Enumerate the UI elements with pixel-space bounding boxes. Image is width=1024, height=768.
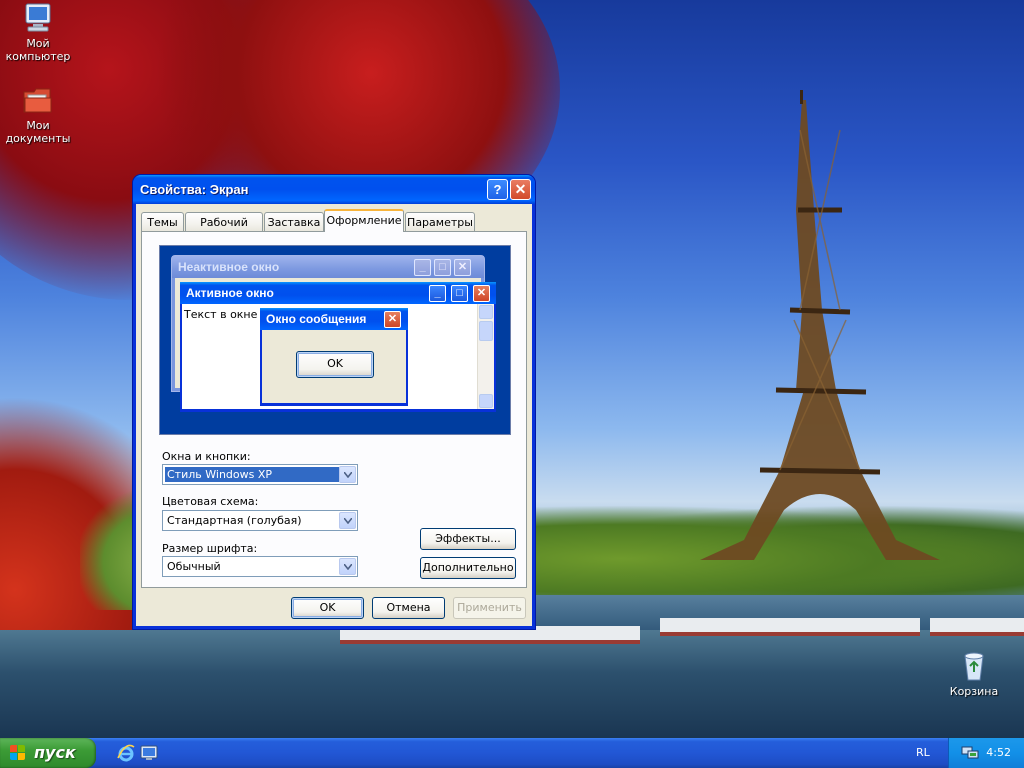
preview-message-box: Окно сообщения ✕ OK (260, 308, 408, 406)
wallpaper-boat (930, 618, 1024, 636)
chevron-down-icon[interactable] (339, 558, 356, 575)
desktop-icon-label: Корзина (949, 685, 999, 698)
my-computer-icon (22, 2, 54, 34)
preview-minimize-icon: _ (429, 285, 446, 302)
help-icon: ? (493, 182, 502, 197)
font-size-value: Обычный (167, 560, 221, 573)
cancel-button[interactable]: Отмена (372, 597, 445, 619)
internet-explorer-icon[interactable] (116, 743, 136, 763)
advanced-button[interactable]: Дополнительно (420, 557, 516, 579)
start-button[interactable]: пуск (0, 738, 96, 768)
language-indicator[interactable]: RL (916, 746, 930, 759)
system-tray: 4:52 (948, 738, 1024, 768)
preview-message-close-icon: ✕ (384, 311, 401, 328)
tab-themes[interactable]: Темы (141, 212, 184, 231)
desktop-icon-label: Мои документы (5, 119, 71, 145)
font-size-select[interactable]: Обычный (162, 556, 358, 577)
wallpaper-river (0, 630, 1024, 738)
scroll-thumb (479, 321, 493, 341)
windows-logo-icon (10, 745, 26, 761)
preview-message-client: OK (262, 330, 406, 403)
desktop-icon-label: Мой компьютер (5, 37, 71, 63)
desktop-icon-my-documents[interactable]: Мои документы (0, 84, 76, 145)
ok-button[interactable]: OK (291, 597, 364, 619)
close-icon: ✕ (514, 181, 527, 197)
dialog-body: Темы Рабочий стол Заставка Оформление Па… (136, 204, 532, 626)
chevron-down-icon[interactable] (339, 512, 356, 529)
close-button[interactable]: ✕ (510, 179, 531, 200)
recycle-bin-icon (958, 650, 990, 682)
display-properties-dialog: Свойства: Экран ? ✕ Темы Рабочий стол За… (133, 175, 535, 629)
windows-buttons-label: Окна и кнопки: (162, 450, 251, 463)
tab-desktop[interactable]: Рабочий стол (185, 212, 263, 248)
preview-minimize-icon: _ (414, 259, 431, 276)
clock[interactable]: 4:52 (986, 746, 1011, 759)
appearance-preview: Неактивное окно _ □ ✕ Активное окно _ □ … (159, 245, 511, 435)
dialog-title: Свойства: Экран (140, 182, 249, 197)
desktop-icon-my-computer[interactable]: Мой компьютер (0, 2, 76, 63)
help-button[interactable]: ? (487, 179, 508, 200)
dialog-title-bar[interactable]: Свойства: Экран ? ✕ (133, 175, 535, 204)
preview-scrollbar (477, 304, 494, 409)
tab-appearance[interactable]: Оформление (324, 209, 404, 232)
tab-screensaver[interactable]: Заставка (264, 212, 324, 231)
start-label: пуск (34, 743, 76, 762)
desktop-icon-recycle-bin[interactable]: Корзина (936, 650, 1012, 698)
preview-active-title: Активное окно (180, 282, 496, 304)
preview-maximize-icon: □ (451, 285, 468, 302)
preview-ok-button: OK (296, 351, 374, 378)
apply-button: Применить (453, 597, 526, 619)
wallpaper-boat (660, 618, 920, 636)
preview-close-icon: ✕ (454, 259, 471, 276)
my-documents-icon (22, 84, 54, 116)
font-size-label: Размер шрифта: (162, 542, 258, 555)
preview-maximize-icon: □ (434, 259, 451, 276)
preview-window-text: Текст в окне (184, 308, 258, 321)
windows-buttons-value: Стиль Windows XP (165, 467, 339, 482)
color-scheme-label: Цветовая схема: (162, 495, 259, 508)
preview-close-icon: ✕ (473, 285, 490, 302)
effects-button[interactable]: Эффекты... (420, 528, 516, 550)
color-scheme-select[interactable]: Стандартная (голубая) (162, 510, 358, 531)
appearance-tab-page: Неактивное окно _ □ ✕ Активное окно _ □ … (141, 231, 527, 588)
scroll-up-icon (479, 305, 493, 319)
network-icon[interactable] (961, 746, 979, 760)
wallpaper-eiffel-tower (700, 90, 940, 560)
color-scheme-value: Стандартная (голубая) (167, 514, 302, 527)
chevron-down-icon[interactable] (339, 466, 356, 483)
windows-buttons-select[interactable]: Стиль Windows XP (162, 464, 358, 485)
scroll-down-icon (479, 394, 493, 408)
show-desktop-icon[interactable] (140, 744, 158, 762)
taskbar: пуск RL 4:52 (0, 738, 1024, 768)
tab-settings[interactable]: Параметры (405, 212, 475, 231)
